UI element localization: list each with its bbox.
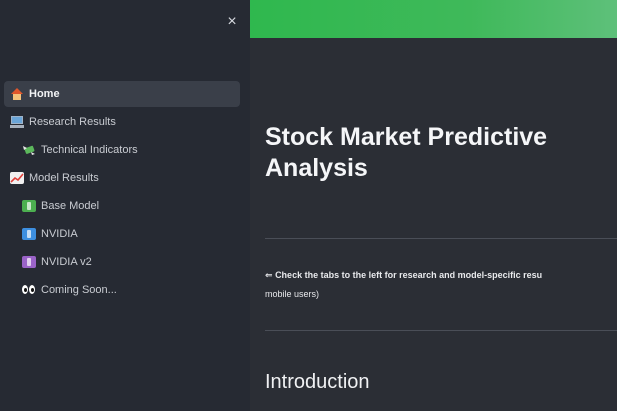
sidebar-item-model-results[interactable]: Model Results [4,165,240,191]
main-content-inner: Stock Market Predictive Analysis ⇐ Check… [250,38,617,411]
divider-bottom [265,330,617,331]
sidebar-item-label: Coming Soon... [41,284,117,296]
divider-top [265,238,617,239]
sidebar-nav: Home Research Results Technical Indicato… [4,81,240,305]
euro-banknote-icon [22,228,36,240]
sidebar-item-home[interactable]: Home [4,81,240,107]
chart-increasing-icon [10,172,24,184]
pound-banknote-icon [22,256,36,268]
info-text: ⇐ Check the tabs to the left for researc… [265,266,617,304]
sidebar-item-nvidia[interactable]: NVIDIA [4,221,240,247]
info-text-line2: mobile users) [265,289,320,299]
sidebar-item-label: Technical Indicators [41,144,138,156]
sidebar-item-nvidia-v2[interactable]: NVIDIA v2 [4,249,240,275]
sidebar-item-coming-soon[interactable]: Coming Soon... [4,277,240,303]
sidebar-item-label: Research Results [29,116,116,128]
sidebar-item-research-results[interactable]: Research Results [4,109,240,135]
sidebar-item-label: Model Results [29,172,99,184]
left-arrow-icon: ⇐ [265,270,273,280]
sidebar-item-label: NVIDIA [41,228,78,240]
close-icon: × [227,13,237,30]
app-window: × Home Research Results Technical Indica… [0,0,617,411]
laptop-icon [10,116,24,128]
sidebar-item-base-model[interactable]: Base Model [4,193,240,219]
section-heading-introduction: Introduction [265,371,370,393]
house-icon [10,88,24,100]
close-sidebar-button[interactable]: × [222,12,242,32]
main-content: Stock Market Predictive Analysis ⇐ Check… [250,38,617,411]
dollar-banknote-icon [22,200,36,212]
header-decoration-bar [250,0,617,38]
info-text-line1: Check the tabs to the left for research … [275,270,543,280]
sidebar-item-technical-indicators[interactable]: Technical Indicators [4,137,240,163]
sidebar-item-label: Home [29,88,60,100]
page-title: Stock Market Predictive Analysis [265,123,548,182]
sidebar-item-label: Base Model [41,200,100,212]
sidebar: × Home Research Results Technical Indica… [0,0,250,411]
sidebar-item-label: NVIDIA v2 [41,256,92,268]
money-with-wings-icon [22,144,36,156]
eyes-icon [22,284,36,296]
